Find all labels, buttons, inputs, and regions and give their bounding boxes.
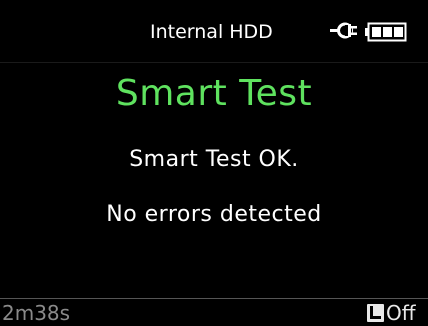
- result-message: No errors detected: [106, 202, 322, 227]
- power-plug-icon: [330, 18, 358, 44]
- status-bar: Internal HDD: [0, 0, 428, 62]
- lock-state: Off: [386, 301, 416, 325]
- lock-l-icon: [367, 304, 384, 322]
- header-divider: [0, 62, 428, 63]
- battery-full-icon: [365, 22, 407, 42]
- footer-divider: [0, 298, 428, 299]
- screen-title: Smart Test: [115, 73, 313, 114]
- storage-title: Internal HDD: [150, 21, 273, 43]
- elapsed-time: 2m38s: [2, 301, 71, 325]
- status-message: Smart Test OK.: [129, 147, 299, 172]
